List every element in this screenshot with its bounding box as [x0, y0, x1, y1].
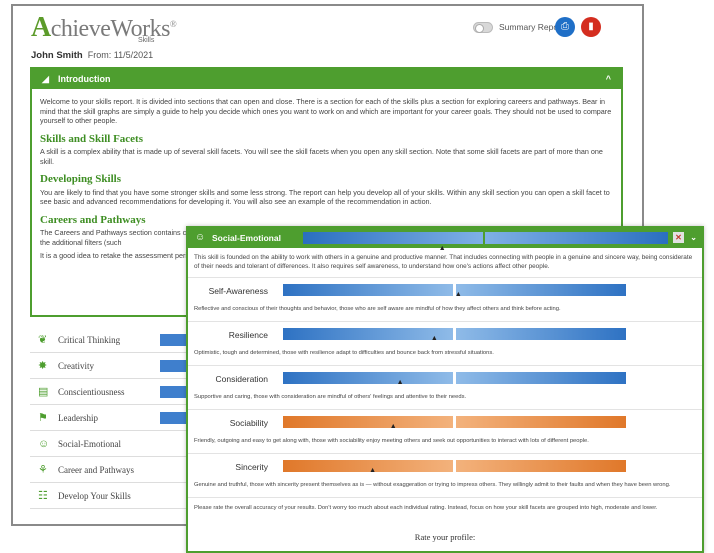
panel-title: Social-Emotional	[212, 233, 281, 243]
chevron-up-icon[interactable]: ^	[606, 69, 611, 89]
facet-bar-right	[456, 416, 626, 428]
overall-bar-right	[485, 232, 668, 244]
facet-bar-right	[456, 372, 626, 384]
facet-list: Self-Awareness ▲ Reflective and conscious …	[188, 278, 702, 498]
facet-level-marker: ▲	[389, 423, 397, 430]
facet-bar-right	[456, 460, 626, 472]
facet-row[interactable]: Sociability ▲ Friendly, outgoing and easy …	[188, 410, 702, 454]
people-icon: ☺	[38, 438, 50, 450]
facet-level-marker: ▲	[454, 291, 462, 298]
facet-level-marker: ▲	[369, 467, 377, 474]
skills-facets-heading: Skills and Skill Facets	[40, 132, 144, 145]
summary-report-toggle[interactable]	[473, 22, 493, 33]
summary-report-label: Summary Report	[499, 22, 564, 32]
facet-bar-left	[283, 284, 453, 296]
facet-bar-left	[283, 460, 453, 472]
facet-name: Sociability	[229, 418, 268, 428]
skill-label: Career and Pathways	[58, 465, 134, 475]
brain-icon: ❦	[38, 334, 48, 346]
tools-icon: ☷	[38, 490, 48, 502]
overall-bar-left	[303, 232, 483, 244]
facet-name: Self-Awareness	[208, 286, 268, 296]
checklist-icon: ▤	[38, 386, 49, 398]
skill-label: Leadership	[58, 413, 98, 423]
intro-paragraph: Welcome to your skills report. It is div…	[40, 97, 612, 125]
skill-label: Critical Thinking	[58, 335, 121, 345]
developing-skills-text: You are likely to find that you have som…	[40, 187, 610, 207]
developing-skills-heading: Developing Skills	[40, 173, 121, 185]
logo-mark: A	[31, 12, 51, 43]
social-emotional-panel: ☺ Social-Emotional ▲ ✕ ⌄ This skill is f…	[186, 226, 704, 553]
chevron-down-icon[interactable]: ⌄	[690, 228, 697, 248]
flag-icon: ⚑	[38, 412, 48, 424]
megaphone-icon: ◢	[42, 74, 49, 84]
rating-note: Please rate the overall accuracy of your…	[194, 505, 658, 511]
facet-description: Reflective and conscious of their though…	[194, 306, 561, 312]
pathway-icon: ⚘	[38, 464, 48, 476]
lightbulb-icon: ✸	[38, 360, 48, 372]
facet-bar-right	[456, 284, 626, 296]
facet-row[interactable]: Sincerity ▲ Genuine and truthful, those wi…	[188, 454, 702, 498]
introduction-header[interactable]: ◢ Introduction ^	[32, 69, 621, 89]
facet-bar-left	[283, 372, 453, 384]
facet-level-marker: ▲	[396, 379, 404, 386]
report-date: From: 11/5/2021	[87, 50, 154, 60]
rate-profile-label: Rate your profile:	[414, 532, 476, 542]
facet-bar-left	[283, 416, 453, 428]
facet-level-marker: ▲	[430, 335, 438, 342]
facet-bar-left	[283, 328, 453, 340]
facet-name: Sincerity	[235, 462, 268, 472]
careers-pathways-heading: Careers and Pathways	[40, 213, 146, 226]
facet-row[interactable]: Self-Awareness ▲ Reflective and conscious …	[188, 278, 702, 322]
skill-label: Social-Emotional	[58, 439, 121, 449]
people-icon: ☺	[195, 232, 206, 243]
skills-facets-text: A skill is a complex ability that is mad…	[40, 147, 603, 166]
logo-subtitle: Skills	[138, 37, 155, 44]
facet-bar-right	[456, 328, 626, 340]
facet-description: Friendly, outgoing and easy to get along…	[194, 438, 589, 444]
facet-description: Genuine and truthful, those with sinceri…	[194, 482, 671, 488]
facet-description: Optimistic, tough and determined, those …	[194, 350, 494, 356]
facet-description: Supportive and caring, those with consid…	[194, 394, 467, 400]
achieveworks-logo: AchieveWorks®	[31, 12, 177, 44]
print-button[interactable]: ⎙	[555, 17, 575, 37]
facet-row[interactable]: Resilience ▲ Optimistic, tough and determi…	[188, 322, 702, 366]
close-icon[interactable]: ✕	[673, 232, 684, 243]
pdf-button[interactable]: ▮	[581, 17, 601, 37]
logo-trademark: ®	[169, 19, 177, 29]
introduction-title: Introduction	[58, 74, 111, 84]
page: AchieveWorks® Skills John Smith From: 11…	[0, 0, 714, 553]
printer-icon: ⎙	[561, 21, 569, 32]
facet-row[interactable]: Consideration ▲ Supportive and caring, tho…	[188, 366, 702, 410]
user-name: John Smith	[31, 50, 83, 61]
user-info: John Smith From: 11/5/2021	[31, 50, 153, 61]
skill-label: Creativity	[58, 361, 94, 371]
social-emotional-header[interactable]: ☺ Social-Emotional ▲ ✕ ⌄	[188, 228, 702, 252]
facet-name: Consideration	[215, 374, 268, 384]
overall-level-marker: ▲	[438, 245, 446, 252]
skill-label: Conscientiousness	[58, 387, 125, 397]
skill-label: Develop Your Skills	[58, 491, 131, 501]
pdf-icon: ▮	[588, 21, 594, 32]
facet-name: Resilience	[228, 330, 268, 340]
